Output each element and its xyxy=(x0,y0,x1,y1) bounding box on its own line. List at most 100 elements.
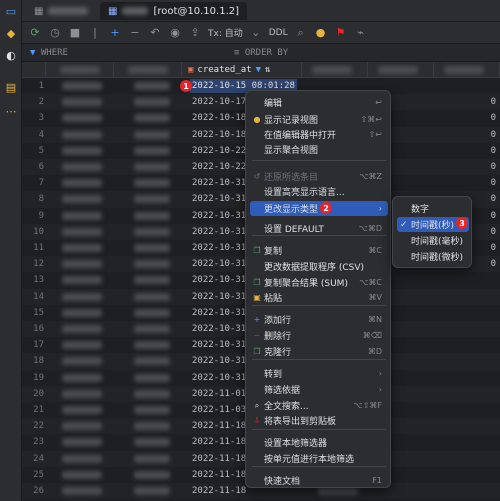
add-row-icon[interactable]: + xyxy=(108,26,122,39)
created-at-cell[interactable]: 2022-11-18 xyxy=(192,421,246,431)
redacted-cell[interactable] xyxy=(134,373,170,382)
refresh-icon[interactable]: ⟳ xyxy=(28,26,42,39)
redacted-cell[interactable] xyxy=(62,114,102,123)
created-at-cell[interactable]: 2022-11-03 xyxy=(192,405,246,415)
redacted-cell[interactable] xyxy=(134,422,170,431)
created-at-cell[interactable]: 2022-10-31 xyxy=(192,340,246,350)
submenu-item[interactable]: 数字 xyxy=(397,201,469,216)
created-at-cell[interactable]: 2022-10-18 xyxy=(192,113,246,123)
created-at-cell[interactable]: 2022-10-31 xyxy=(192,259,246,269)
redacted-cell[interactable] xyxy=(62,470,102,479)
value-cell[interactable]: 0 xyxy=(491,113,496,123)
redacted-cell[interactable] xyxy=(62,422,102,431)
menu-item[interactable]: − 删除行 ⌘⌫ xyxy=(250,328,388,343)
redacted-cell[interactable] xyxy=(62,292,102,301)
menu-item[interactable]: 在值编辑器中打开 ⇧↩ xyxy=(250,127,388,142)
created-at-cell[interactable]: 2022-10-31 xyxy=(192,178,246,188)
created-at-cell[interactable]: 2022-10-31 xyxy=(192,243,246,253)
menu-item[interactable]: 快速文档 F1 xyxy=(250,473,388,488)
column-header[interactable] xyxy=(434,62,500,78)
created-at-cell[interactable]: 2022-10-31 xyxy=(192,194,246,204)
redacted-cell[interactable] xyxy=(134,195,170,204)
redacted-cell[interactable] xyxy=(62,195,102,204)
redacted-cell[interactable] xyxy=(134,211,170,220)
pin-icon[interactable]: ⚑ xyxy=(334,26,348,39)
created-at-cell[interactable]: 2022-10-31 xyxy=(192,227,246,237)
menu-item[interactable]: 转到 › xyxy=(250,366,388,381)
created-at-cell[interactable]: 2022-10-31 xyxy=(192,275,246,285)
menu-item[interactable]: ❐ 克隆行 ⌘D xyxy=(250,344,388,359)
menu-item[interactable]: + 添加行 ⌘N xyxy=(250,312,388,327)
menu-item[interactable]: 按单元值进行本地筛选 xyxy=(250,451,388,466)
services-icon[interactable]: ▤ xyxy=(4,80,18,94)
view-icon[interactable]: ◉ xyxy=(168,26,182,39)
submenu-item[interactable]: 时间戳(毫秒) xyxy=(397,233,469,248)
redacted-cell[interactable] xyxy=(62,260,102,269)
created-at-cell[interactable]: 2022-11-01 xyxy=(192,389,246,399)
created-at-cell[interactable]: 2022-10-22 xyxy=(192,146,246,156)
value-cell[interactable]: 0 xyxy=(491,178,496,188)
created-at-cell[interactable]: 2022-10-31 xyxy=(192,324,246,334)
remove-row-icon[interactable]: − xyxy=(128,26,142,39)
menu-item[interactable]: 编辑 ↩ xyxy=(250,95,388,110)
created-at-cell[interactable]: 2022-11-18 xyxy=(192,470,246,480)
more-tools-icon[interactable]: ⋯ xyxy=(4,104,18,118)
redacted-cell[interactable] xyxy=(62,341,102,350)
redacted-cell[interactable] xyxy=(62,357,102,366)
redacted-cell[interactable] xyxy=(134,114,170,123)
menu-item[interactable]: 更改显示类型 › xyxy=(250,201,388,216)
column-header[interactable] xyxy=(368,62,434,78)
redacted-cell[interactable] xyxy=(62,163,102,171)
redacted-cell[interactable] xyxy=(62,438,102,447)
tx-mode-dropdown[interactable]: Tx: 自动 xyxy=(208,26,243,39)
redacted-cell[interactable] xyxy=(134,260,170,269)
redacted-cell[interactable] xyxy=(134,146,170,155)
created-at-cell[interactable]: 2022-10-18 xyxy=(192,130,246,140)
created-at-cell[interactable]: 2022-11-18 xyxy=(192,437,246,447)
commit-icon[interactable]: ◆ xyxy=(4,26,18,40)
order-by-field[interactable]: ≡ ORDER BY xyxy=(234,48,288,58)
created-at-cell[interactable]: 2022-11-18 xyxy=(192,486,246,496)
created-at-cell[interactable]: 2022-10-31 xyxy=(192,356,246,366)
filter-icon[interactable]: ▼ xyxy=(256,65,261,75)
redacted-cell[interactable] xyxy=(134,276,170,285)
menu-item[interactable]: ↺ 还原所选条目 ⌥⌘Z xyxy=(250,169,388,184)
created-at-cell[interactable]: 2022-10-31 xyxy=(192,292,246,302)
redacted-cell[interactable] xyxy=(318,487,358,495)
value-cell[interactable]: 0 xyxy=(491,227,496,237)
menu-item[interactable]: 设置 DEFAULT ⌥⌘D xyxy=(250,221,388,236)
redacted-cell[interactable] xyxy=(134,438,170,447)
menu-item[interactable]: 设置高亮显示语言... xyxy=(250,184,388,199)
redacted-cell[interactable] xyxy=(62,98,102,107)
redacted-cell[interactable] xyxy=(134,244,170,252)
redacted-cell[interactable] xyxy=(134,227,170,236)
menu-item[interactable]: 设置本地筛选器 xyxy=(250,435,388,450)
redacted-cell[interactable] xyxy=(134,487,170,495)
menu-item[interactable]: ● 显示记录视图 ⇧⌘↩ xyxy=(250,112,388,127)
ai-assistant-icon[interactable]: ◐ xyxy=(4,48,18,62)
created-at-cell[interactable]: 2022-10-31 xyxy=(192,211,246,221)
redacted-cell[interactable] xyxy=(62,276,102,285)
chart-icon[interactable]: ⌁ xyxy=(354,26,368,39)
where-filter-field[interactable]: ▼ WHERE xyxy=(30,48,68,58)
redacted-cell[interactable] xyxy=(62,373,102,382)
value-cell[interactable]: 0 xyxy=(491,146,496,156)
redacted-cell[interactable] xyxy=(134,357,170,366)
redacted-cell[interactable] xyxy=(62,244,102,252)
settings-icon[interactable]: ● xyxy=(314,26,328,39)
redacted-cell[interactable] xyxy=(62,308,102,317)
menu-item[interactable]: ❐ 复制 ⌘C xyxy=(250,243,388,258)
created-at-cell[interactable]: 2022-10-31 xyxy=(192,308,246,318)
redacted-cell[interactable] xyxy=(62,130,102,139)
menu-item[interactable]: 更改数据提取程序 (CSV) xyxy=(250,259,388,274)
redacted-cell[interactable] xyxy=(62,454,102,463)
submenu-item[interactable]: 时间戳(微秒) xyxy=(397,249,469,264)
sort-icon[interactable]: ⇅ xyxy=(265,65,270,75)
redacted-cell[interactable] xyxy=(134,82,170,90)
redacted-cell[interactable] xyxy=(134,308,170,317)
redacted-cell[interactable] xyxy=(62,211,102,220)
menu-item[interactable]: ⌕ 全文搜索... ⌥⇧⌘F xyxy=(250,398,388,413)
redacted-cell[interactable] xyxy=(62,389,102,398)
redacted-cell[interactable] xyxy=(62,146,102,155)
redacted-cell[interactable] xyxy=(62,325,102,333)
